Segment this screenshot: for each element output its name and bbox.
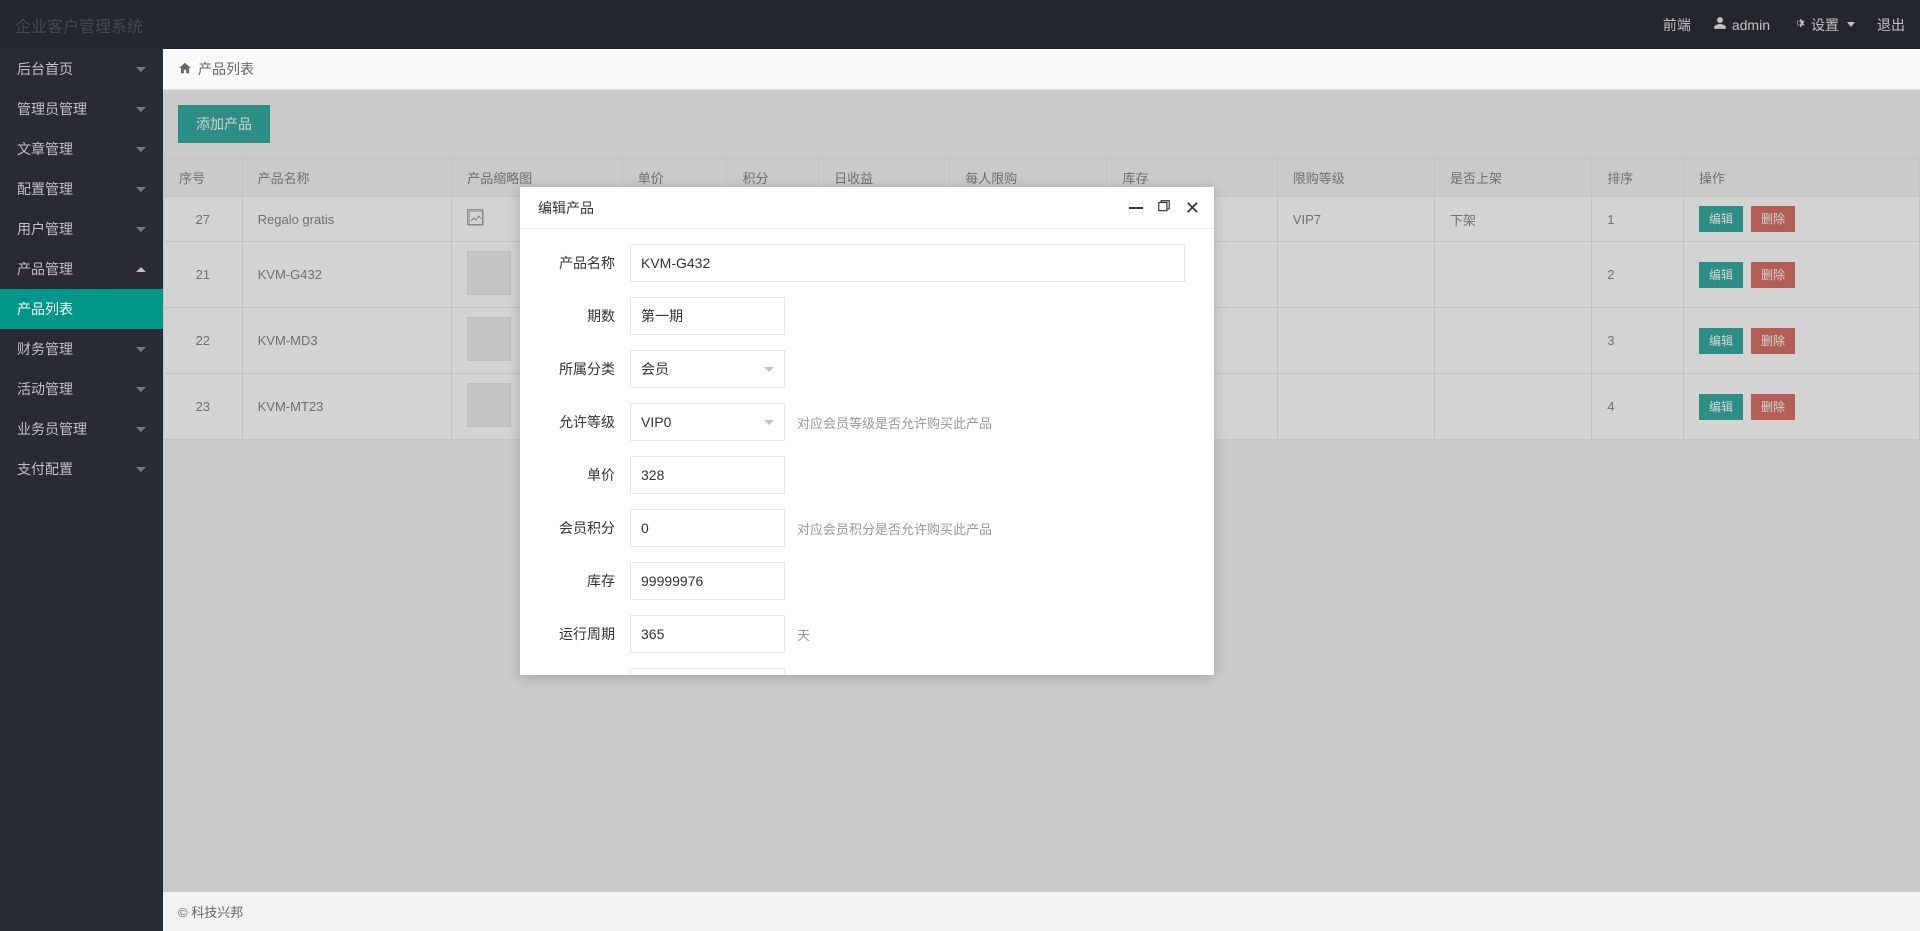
home-icon	[178, 61, 192, 78]
sidebar-item-7[interactable]: 活动管理	[0, 369, 163, 409]
label-points: 会员积分	[520, 518, 630, 538]
hint-level: 对应会员等级是否允许购买此产品	[797, 413, 992, 432]
modal-title: 编辑产品	[538, 198, 594, 218]
input-cycle[interactable]	[630, 615, 785, 653]
chevron-down-icon	[136, 467, 146, 472]
hint-points: 对应会员积分是否允许购买此产品	[797, 519, 992, 538]
chevron-down-icon	[136, 107, 146, 112]
label-stock: 库存	[520, 571, 630, 591]
hint-cycle: 天	[797, 625, 810, 644]
sidebar-item-label: 产品管理	[17, 259, 73, 279]
input-income[interactable]	[630, 668, 785, 675]
footer: © 科技兴邦	[163, 892, 1920, 931]
select-level-value: VIP0	[641, 414, 671, 430]
modal-body: 产品名称 期数 所属分类 会员 允许等级 VIP0 对应会员等级是否允许购买此产…	[520, 229, 1214, 675]
sidebar-item-label: 文章管理	[17, 139, 73, 159]
label-category: 所属分类	[520, 359, 630, 379]
label-price: 单价	[520, 465, 630, 485]
sidebar-item-label: 管理员管理	[17, 99, 87, 119]
sidebar-item-4[interactable]: 用户管理	[0, 209, 163, 249]
top-header: 企业客户管理系统 前端 admin 设置 退出	[0, 0, 1920, 49]
sidebar-item-label: 支付配置	[17, 459, 73, 479]
minimize-icon[interactable]	[1129, 207, 1143, 209]
input-stock[interactable]	[630, 562, 785, 600]
sidebar-item-label: 后台首页	[17, 59, 73, 79]
frontend-link[interactable]: 前端	[1663, 15, 1691, 35]
close-icon[interactable]: ✕	[1185, 201, 1200, 215]
sidebar-item-label: 财务管理	[17, 339, 73, 359]
label-period: 期数	[520, 306, 630, 326]
chevron-down-icon	[136, 347, 146, 352]
sidebar-item-2[interactable]: 文章管理	[0, 129, 163, 169]
input-price[interactable]	[630, 456, 785, 494]
edit-product-modal: 编辑产品 ✕ 产品名称 期数 所属分类 会员 允许等级 V	[520, 187, 1214, 675]
modal-header: 编辑产品 ✕	[520, 187, 1214, 229]
caret-down-icon	[764, 367, 774, 372]
sidebar-item-label: 活动管理	[17, 379, 73, 399]
sidebar-child-product-list[interactable]: 产品列表	[0, 289, 163, 329]
select-category-value: 会员	[641, 359, 669, 379]
logout-link[interactable]: 退出	[1877, 15, 1905, 35]
username: admin	[1732, 17, 1770, 33]
chevron-up-icon	[136, 267, 146, 272]
user-menu[interactable]: admin	[1713, 16, 1770, 33]
sidebar-item-8[interactable]: 业务员管理	[0, 409, 163, 449]
chevron-down-icon	[136, 427, 146, 432]
chevron-down-icon	[136, 67, 146, 72]
breadcrumb-text: 产品列表	[198, 59, 254, 79]
breadcrumb: 产品列表	[163, 49, 1920, 90]
select-level[interactable]: VIP0	[630, 403, 785, 441]
sidebar-item-3[interactable]: 配置管理	[0, 169, 163, 209]
input-period[interactable]	[630, 297, 785, 335]
maximize-icon[interactable]	[1157, 199, 1171, 216]
sidebar-item-0[interactable]: 后台首页	[0, 49, 163, 89]
gear-icon	[1792, 16, 1806, 33]
user-icon	[1713, 16, 1727, 33]
sidebar-item-5[interactable]: 产品管理	[0, 249, 163, 289]
label-cycle: 运行周期	[520, 624, 630, 644]
settings-menu[interactable]: 设置	[1792, 15, 1855, 35]
chevron-down-icon	[136, 187, 146, 192]
header-actions: 前端 admin 设置 退出	[1663, 15, 1905, 35]
label-level: 允许等级	[520, 412, 630, 432]
input-product-name[interactable]	[630, 244, 1185, 282]
select-category[interactable]: 会员	[630, 350, 785, 388]
caret-down-icon	[1847, 22, 1855, 27]
label-product-name: 产品名称	[520, 253, 630, 273]
sidebar-item-label: 业务员管理	[17, 419, 87, 439]
sidebar-item-label: 用户管理	[17, 219, 73, 239]
modal-window-controls: ✕	[1129, 199, 1200, 216]
sidebar-item-1[interactable]: 管理员管理	[0, 89, 163, 129]
chevron-down-icon	[136, 227, 146, 232]
chevron-down-icon	[136, 147, 146, 152]
chevron-down-icon	[136, 387, 146, 392]
input-points[interactable]	[630, 509, 785, 547]
settings-label: 设置	[1811, 15, 1839, 35]
sidebar-item-6[interactable]: 财务管理	[0, 329, 163, 369]
sidebar-item-9[interactable]: 支付配置	[0, 449, 163, 489]
app-logo: 企业客户管理系统	[15, 13, 143, 37]
sidebar: 后台首页管理员管理文章管理配置管理用户管理产品管理产品列表财务管理活动管理业务员…	[0, 49, 163, 931]
caret-down-icon	[764, 420, 774, 425]
sidebar-item-label: 配置管理	[17, 179, 73, 199]
